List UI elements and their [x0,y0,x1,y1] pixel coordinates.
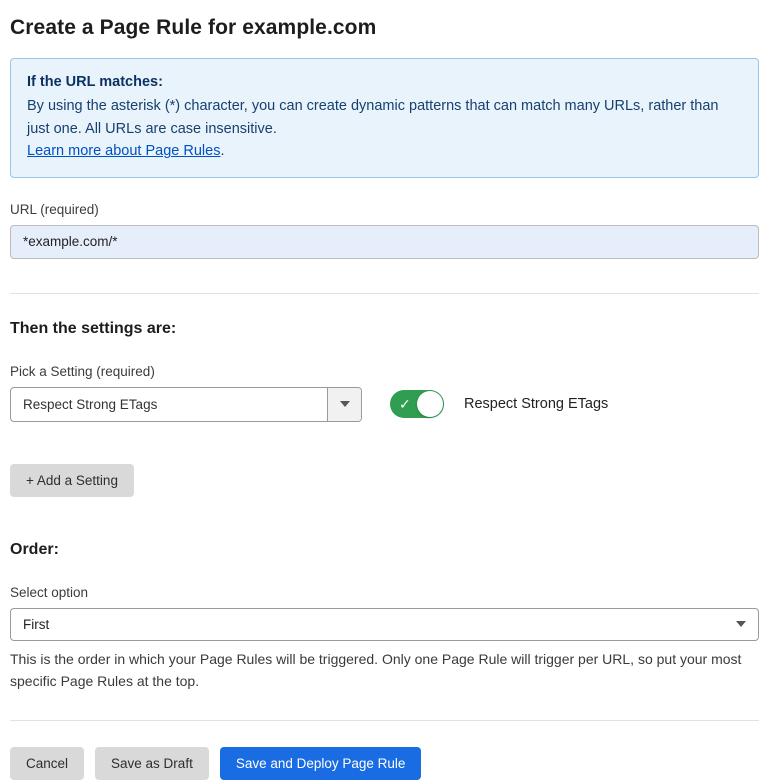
section-divider [10,293,759,294]
link-period: . [220,143,224,159]
setting-select[interactable]: Respect Strong ETags [10,387,362,422]
setting-toggle[interactable]: ✓ [390,390,444,418]
order-help-text: This is the order in which your Page Rul… [10,649,750,692]
footer-divider [10,720,759,721]
page-title: Create a Page Rule for example.com [10,16,759,40]
footer-actions: Cancel Save as Draft Save and Deploy Pag… [10,747,759,780]
info-box-heading: If the URL matches: [27,71,742,93]
create-page-rule-form: Create a Page Rule for example.com If th… [0,0,769,780]
check-icon: ✓ [399,394,411,414]
order-section-heading: Order: [10,541,759,559]
learn-more-link[interactable]: Learn more about Page Rules [27,143,220,159]
chevron-down-icon [340,401,350,407]
info-box-body: By using the asterisk (*) character, you… [27,95,727,140]
setting-select-value: Respect Strong ETags [11,388,327,421]
pick-setting-label: Pick a Setting (required) [10,364,759,379]
toggle-knob [417,391,443,417]
settings-section-heading: Then the settings are: [10,320,759,338]
setting-row: Respect Strong ETags ✓ Respect Strong ET… [10,387,759,422]
setting-select-dropdown-button[interactable] [327,388,361,421]
order-select-value: First [23,617,49,632]
save-draft-button[interactable]: Save as Draft [95,747,209,780]
chevron-down-icon [736,621,746,627]
url-input[interactable] [10,225,759,259]
url-match-info-box: If the URL matches: By using the asteris… [10,58,759,178]
url-label: URL (required) [10,202,759,217]
add-setting-button[interactable]: + Add a Setting [10,464,134,497]
save-deploy-button[interactable]: Save and Deploy Page Rule [220,747,422,780]
order-select[interactable]: First [10,608,759,641]
info-box-link-line: Learn more about Page Rules. [27,140,742,162]
order-select-label: Select option [10,585,759,600]
cancel-button[interactable]: Cancel [10,747,84,780]
toggle-label: Respect Strong ETags [464,396,608,412]
